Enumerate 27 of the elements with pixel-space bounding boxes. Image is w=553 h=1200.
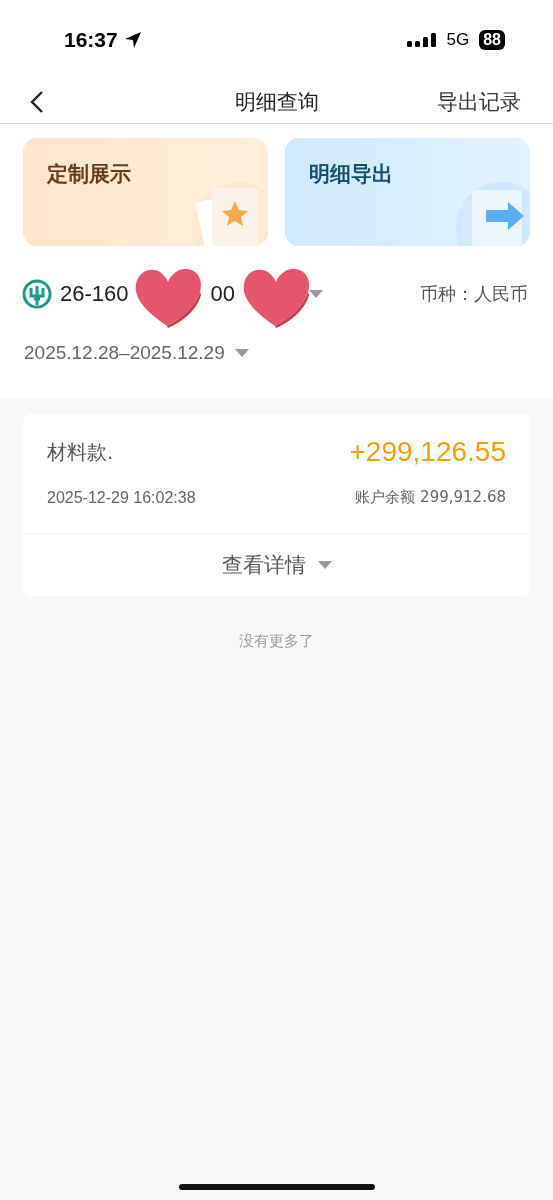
battery-level: 88 xyxy=(479,30,505,50)
network-type: 5G xyxy=(446,30,470,50)
shortcut-label: 明细导出 xyxy=(308,161,393,188)
account-balance: 账户余额 299,912.68 xyxy=(355,488,506,507)
currency-label: 币种：人民币 xyxy=(420,282,528,306)
account-number: 00 xyxy=(210,281,235,307)
end-of-list-text: 没有更多了 xyxy=(239,632,314,651)
caret-down-icon xyxy=(234,349,249,357)
caret-down-icon xyxy=(317,561,332,569)
status-time: 16:37 xyxy=(64,28,118,52)
caret-down-icon xyxy=(309,290,323,298)
back-icon xyxy=(30,89,44,114)
transaction-amount: +299,126.55 xyxy=(349,436,506,468)
account-number: 26-160 xyxy=(60,281,129,307)
date-range-selector[interactable]: 2025.12.28–2025.12.29 xyxy=(24,342,249,364)
location-arrow-icon xyxy=(123,31,142,49)
shortcut-card[interactable]: 明细导出 xyxy=(285,138,530,246)
view-details-button[interactable]: 查看详情 xyxy=(23,534,530,596)
shortcut-card[interactable]: 定制展示 xyxy=(23,138,268,246)
signal-icon xyxy=(406,32,437,48)
bank-logo-icon xyxy=(22,279,52,309)
export-records-link[interactable]: 导出记录 xyxy=(437,87,521,116)
transaction-time: 2025-12-29 16:02:38 xyxy=(47,488,196,507)
transaction-title: 材料款. xyxy=(47,438,114,466)
shortcut-label: 定制展示 xyxy=(46,161,131,188)
page-title: 明细查询 xyxy=(234,88,319,116)
back-button[interactable] xyxy=(30,89,44,114)
